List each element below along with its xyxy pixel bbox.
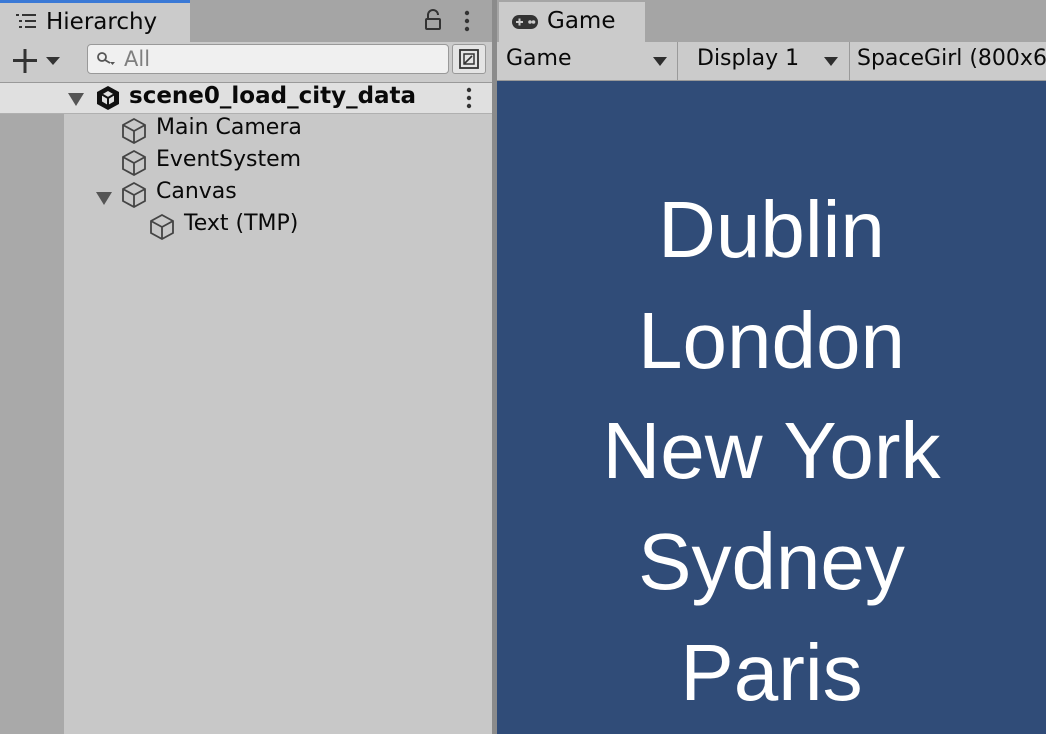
resolution-dropdown[interactable]: SpaceGirl (800x6: [850, 42, 1046, 80]
gameobject-cube-icon: [148, 213, 176, 247]
hierarchy-panel: Hierarchy All scene0_load_city_data Main…: [0, 0, 492, 734]
display-dropdown[interactable]: Display 1: [678, 42, 850, 80]
city-text-new-york: New York: [602, 406, 941, 495]
tab-hierarchy[interactable]: Hierarchy: [0, 0, 190, 42]
list-item[interactable]: EventSystem: [64, 146, 492, 178]
hierarchy-tabstrip: Hierarchy: [0, 0, 492, 42]
search-placeholder: All: [124, 47, 151, 71]
game-panel: Game Game Display 1 SpaceGirl (800x6 Dub…: [497, 0, 1046, 734]
list-item[interactable]: Text (TMP): [64, 210, 492, 242]
open-window-icon: [458, 48, 480, 74]
hierarchy-gutter: [0, 114, 64, 734]
game-viewport[interactable]: Dublin London New York Sydney Paris: [497, 81, 1046, 734]
city-text-paris: Paris: [680, 628, 863, 717]
object-label: Text (TMP): [184, 211, 299, 236]
more-options-icon[interactable]: [463, 10, 471, 36]
expand-arrow-icon[interactable]: [96, 187, 112, 212]
object-label: Main Camera: [156, 115, 302, 140]
game-tabstrip: Game: [497, 0, 1046, 42]
city-text-london: London: [638, 296, 905, 385]
tab-hierarchy-label: Hierarchy: [46, 9, 158, 35]
view-dropdown-label: Game: [506, 46, 572, 71]
scene-name: scene0_load_city_data: [129, 83, 417, 109]
chevron-down-icon: [653, 57, 667, 66]
tab-game-label: Game: [547, 8, 616, 34]
scene-row[interactable]: scene0_load_city_data: [0, 83, 492, 114]
resolution-dropdown-label: SpaceGirl (800x6: [857, 46, 1046, 71]
tab-game[interactable]: Game: [499, 2, 645, 42]
scene-visibility-button[interactable]: [452, 44, 486, 74]
object-label: EventSystem: [156, 147, 302, 172]
object-label: Canvas: [156, 179, 237, 204]
add-object-button[interactable]: [12, 48, 64, 78]
game-toolbar: Game Display 1 SpaceGirl (800x6: [497, 42, 1046, 81]
view-dropdown[interactable]: Game: [497, 42, 678, 80]
search-input[interactable]: All: [87, 44, 449, 74]
gamepad-icon: [511, 13, 539, 35]
scene-menu-icon[interactable]: [465, 87, 473, 113]
city-text-sydney: Sydney: [638, 517, 905, 606]
hierarchy-list-icon: [14, 11, 38, 35]
list-item[interactable]: Main Camera: [64, 114, 492, 146]
expand-arrow-icon[interactable]: [68, 92, 84, 111]
unity-scene-icon: [95, 85, 121, 115]
lock-icon[interactable]: [424, 9, 442, 35]
hierarchy-toolbar: All: [0, 42, 492, 83]
search-icon: [96, 51, 116, 71]
display-dropdown-label: Display 1: [697, 46, 800, 71]
chevron-down-icon: [824, 57, 838, 66]
city-text-dublin: Dublin: [658, 185, 885, 274]
list-item[interactable]: Canvas: [64, 178, 492, 210]
